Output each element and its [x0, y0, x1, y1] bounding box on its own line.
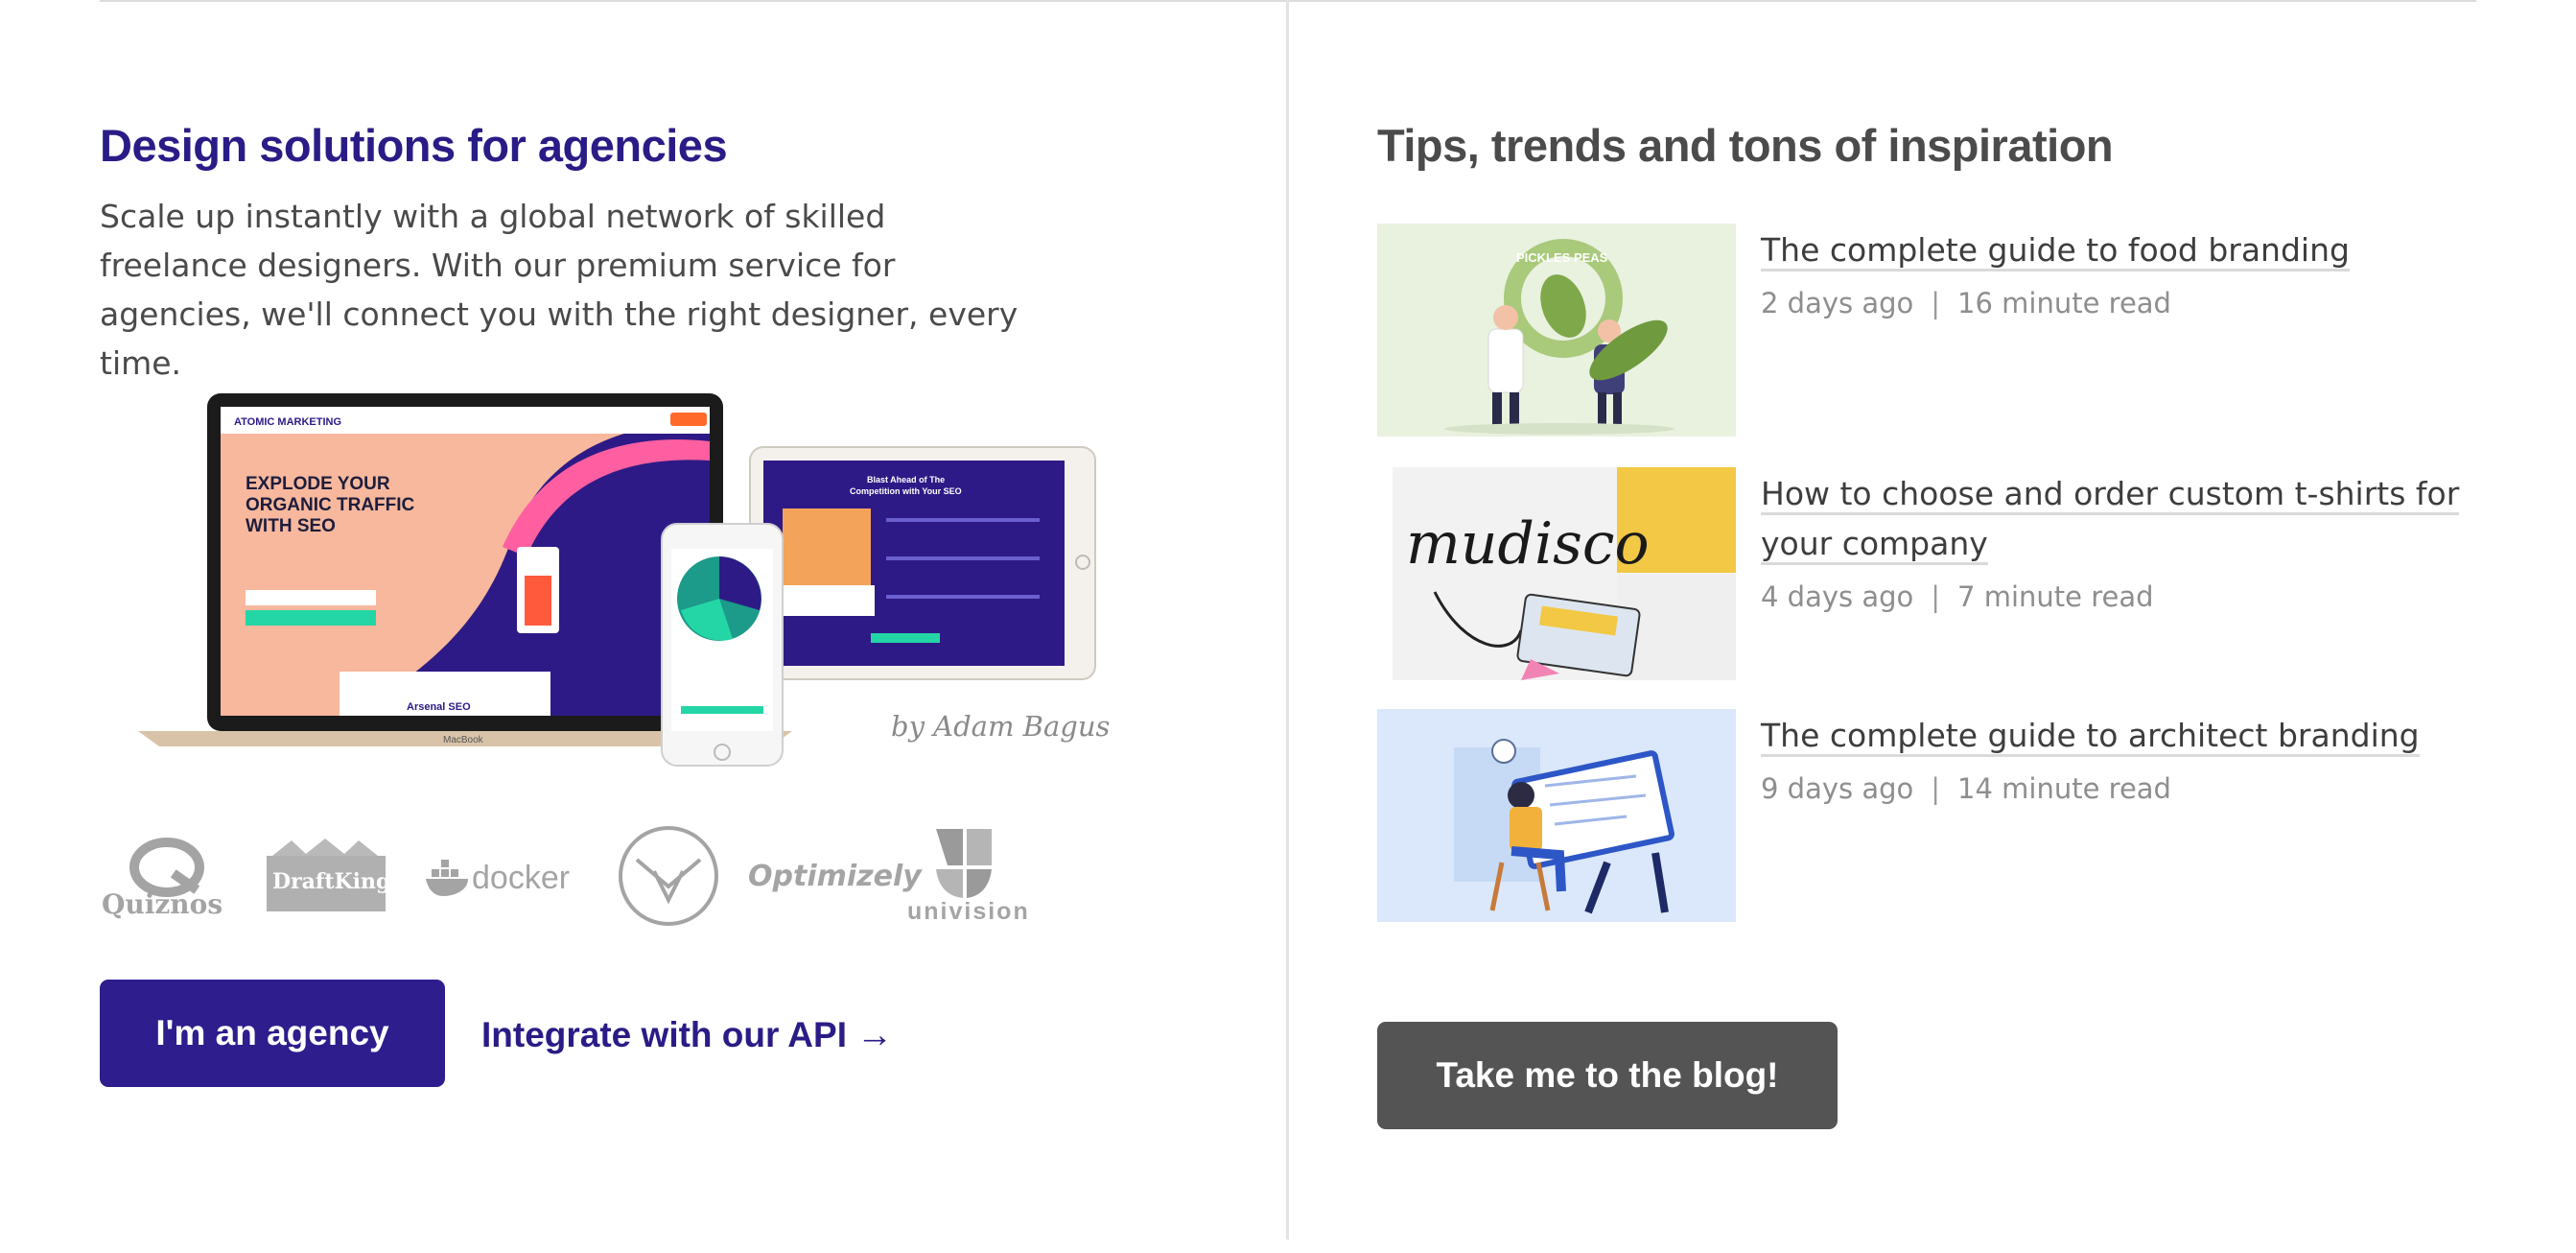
post-thumbnail[interactable]: mudisco [1377, 467, 1736, 680]
post-meta: 4 days ago | 7 minute read [1761, 580, 2154, 613]
post-title-link[interactable]: How to choose and order custom t-shirts … [1761, 469, 2480, 569]
mockup-brand: ATOMIC MARKETING [234, 416, 341, 428]
mockup-byline: by Adam Bagus [891, 710, 1111, 743]
blog-post: PICKLES PEAS The complete guide to food … [1377, 224, 2490, 444]
agencies-description: Scale up instantly with a global network… [100, 198, 1019, 382]
integrate-api-link[interactable]: Integrate with our API → [481, 1015, 893, 1056]
lufthansa-logo [616, 823, 721, 929]
integrate-api-label: Integrate with our API [481, 1015, 847, 1054]
svg-text:EXPLODE YOUR: EXPLODE YOUR [246, 474, 390, 494]
post-age: 9 days ago [1761, 772, 1914, 805]
blog-heading: Tips, trends and tons of inspiration [1377, 120, 2114, 171]
post-read-time: 7 minute read [1957, 580, 2154, 613]
svg-text:WITH SEO: WITH SEO [246, 516, 336, 536]
client-logos: Quiznos DraftKings docker Optimizely uni… [100, 823, 1040, 929]
docker-logo: docker [426, 856, 589, 904]
post-meta: 9 days ago | 14 minute read [1761, 772, 2171, 805]
post-read-time: 16 minute read [1957, 287, 2171, 319]
agencies-heading: Design solutions for agencies [100, 120, 728, 171]
post-title-link[interactable]: The complete guide to food branding [1761, 225, 2480, 275]
post-age: 4 days ago [1761, 580, 1914, 613]
blog-post: The complete guide to architect branding… [1377, 709, 2490, 930]
quiznos-logo: Quiznos [100, 833, 234, 929]
blog-post: mudisco How to choose and order custom t… [1377, 467, 2490, 688]
column-divider [1286, 0, 1289, 1240]
optimizely-logo: Optimizely [748, 860, 922, 893]
draftkings-logo: DraftKings [253, 839, 403, 915]
svg-text:Arsenal SEO: Arsenal SEO [407, 701, 471, 713]
svg-text:mudisco: mudisco [1406, 510, 1650, 578]
post-title-link[interactable]: The complete guide to architect branding [1761, 711, 2480, 761]
post-thumbnail[interactable]: PICKLES PEAS [1377, 224, 1736, 437]
svg-text:MacBook: MacBook [443, 735, 484, 745]
post-read-time: 14 minute read [1957, 772, 2171, 805]
svg-text:Competition with Your SEO: Competition with Your SEO [850, 486, 962, 496]
svg-text:PICKLES PEAS: PICKLES PEAS [1516, 250, 1608, 265]
svg-text:ORGANIC TRAFFIC: ORGANIC TRAFFIC [246, 495, 415, 515]
post-thumbnail[interactable] [1377, 709, 1736, 922]
blog-button[interactable]: Take me to the blog! [1377, 1022, 1838, 1129]
post-age: 2 days ago [1761, 287, 1914, 319]
post-meta: 2 days ago | 16 minute read [1761, 287, 2171, 319]
svg-text:Blast Ahead of The: Blast Ahead of The [867, 475, 945, 485]
arrow-right-icon: → [855, 1015, 893, 1055]
univision-logo: univision [907, 827, 1042, 929]
agency-button[interactable]: I'm an agency [100, 980, 445, 1087]
